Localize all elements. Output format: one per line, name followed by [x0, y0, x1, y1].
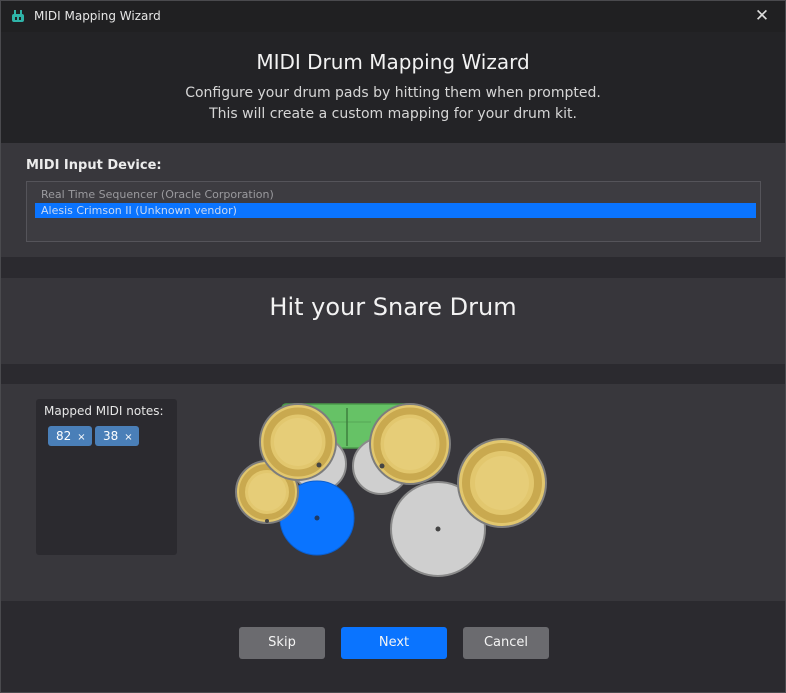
device-section: MIDI Input Device: Real Time Sequencer (… — [1, 143, 785, 257]
drum-kit-diagram — [235, 403, 547, 577]
next-button[interactable]: Next — [341, 627, 447, 659]
title-bar: MIDI Mapping Wizard ✕ — [1, 1, 785, 32]
window-title: MIDI Mapping Wizard — [34, 9, 161, 23]
prompt-text: Hit your Snare Drum — [269, 293, 517, 321]
subtitle-line-1: Configure your drum pads by hitting them… — [185, 85, 601, 101]
device-label: MIDI Input Device: — [26, 158, 162, 173]
crash-cymbal-left[interactable] — [259, 403, 337, 481]
device-list[interactable]: Real Time Sequencer (Oracle Corporation)… — [26, 181, 761, 242]
device-item-real-time-sequencer[interactable]: Real Time Sequencer (Oracle Corporation) — [35, 187, 756, 202]
cancel-button[interactable]: Cancel — [463, 627, 549, 659]
kit-section: Mapped MIDI notes: 82 × 38 × — [1, 384, 785, 601]
drum-app-icon — [12, 10, 24, 22]
prompt-section: Hit your Snare Drum — [1, 278, 785, 364]
page-title: MIDI Drum Mapping Wizard — [256, 50, 530, 74]
device-item-alesis-crimson[interactable]: Alesis Crimson II (Unknown vendor) — [35, 203, 756, 218]
crash-cymbal-right[interactable] — [369, 403, 451, 485]
subtitle-line-2: This will create a custom mapping for yo… — [209, 106, 577, 122]
skip-button[interactable]: Skip — [239, 627, 325, 659]
close-icon[interactable]: ✕ — [739, 1, 785, 32]
wizard-window: MIDI Mapping Wizard ✕ MIDI Drum Mapping … — [0, 0, 786, 693]
ride-cymbal[interactable] — [457, 438, 547, 528]
wizard-header: MIDI Drum Mapping Wizard Configure your … — [1, 32, 785, 143]
